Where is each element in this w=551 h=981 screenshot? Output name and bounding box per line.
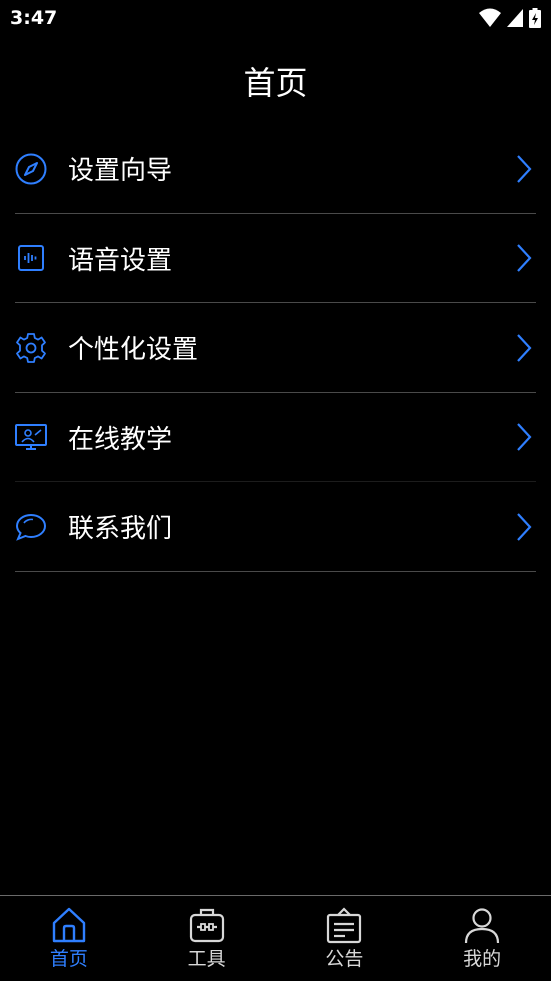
chevron-right-icon [517, 513, 532, 541]
battery-icon [529, 8, 541, 28]
bottom-tab-bar: 首页 工具 公告 我的 [0, 895, 551, 981]
menu-item-label: 在线教学 [68, 424, 173, 455]
online-teaching-icon [15, 421, 47, 453]
tab-label: 公告 [325, 948, 364, 970]
tab-label: 我的 [463, 948, 502, 970]
tab-home[interactable]: 首页 [0, 896, 138, 981]
gear-icon [15, 332, 47, 364]
chat-bubble-icon [15, 511, 47, 543]
status-bar: 3:47 [0, 0, 551, 38]
person-icon [465, 908, 500, 944]
signal-icon [507, 9, 523, 27]
chevron-right-icon [517, 423, 532, 451]
tab-label: 首页 [49, 948, 88, 970]
page-title: 首页 [243, 64, 308, 102]
tab-profile[interactable]: 我的 [413, 896, 551, 981]
chevron-right-icon [517, 155, 532, 183]
menu-list: 设置向导 语音设置 个性化设置 在线教学 联系我们 [15, 124, 536, 572]
menu-item-setup-wizard[interactable]: 设置向导 [15, 124, 536, 214]
chevron-right-icon [517, 244, 532, 272]
chevron-right-icon [517, 334, 532, 362]
menu-item-label: 个性化设置 [68, 335, 199, 366]
toolbox-icon [189, 908, 224, 943]
tab-notices[interactable]: 公告 [276, 896, 414, 981]
tab-tools[interactable]: 工具 [138, 896, 276, 981]
tab-label: 工具 [187, 948, 226, 970]
menu-item-online-teaching[interactable]: 在线教学 [15, 393, 536, 483]
menu-item-personalization[interactable]: 个性化设置 [15, 303, 536, 393]
menu-item-label: 语音设置 [68, 245, 173, 276]
status-icons [479, 8, 541, 28]
menu-item-contact-us[interactable]: 联系我们 [15, 482, 536, 572]
home-icon [52, 907, 86, 943]
voice-icon [15, 242, 47, 274]
status-time: 3:47 [10, 7, 58, 29]
compass-icon [15, 153, 47, 185]
menu-item-label: 设置向导 [68, 156, 173, 187]
menu-item-label: 联系我们 [68, 514, 173, 545]
notice-board-icon [327, 907, 362, 944]
wifi-icon [479, 8, 501, 27]
menu-item-voice-settings[interactable]: 语音设置 [15, 214, 536, 304]
